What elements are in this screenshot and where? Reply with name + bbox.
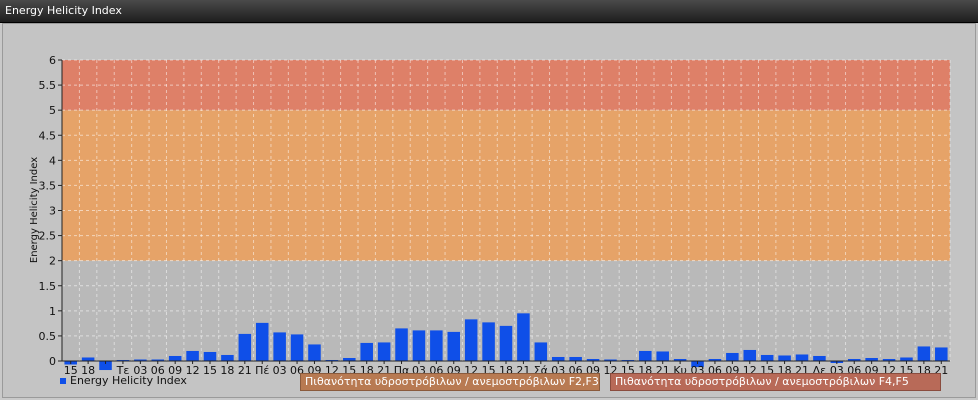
bar-40 (760, 354, 774, 361)
y-tick-label-10: 5 (49, 104, 56, 117)
bar-23 (464, 319, 478, 361)
bar-41 (778, 355, 791, 361)
bar-24 (482, 322, 495, 361)
bar-29 (569, 356, 582, 361)
y-tick-label-1: 0.5 (39, 330, 57, 343)
bar-34 (656, 351, 669, 361)
bar-8 (203, 351, 217, 361)
x-tick-label-7: 12 (186, 364, 200, 377)
bar-9 (221, 354, 234, 361)
x-tick-label-12: 03 (273, 364, 287, 377)
bar-22 (447, 331, 461, 361)
bar-12 (273, 332, 286, 361)
bar-10 (238, 333, 252, 361)
bar-21 (430, 330, 443, 361)
bar-39 (743, 349, 757, 361)
y-tick-label-11: 5.5 (39, 79, 57, 92)
y-tick-label-3: 1.5 (39, 280, 57, 293)
x-tick-label-10: 21 (238, 364, 252, 377)
bar-13 (290, 334, 304, 361)
y-axis-label: Energy Helicity Index (29, 157, 40, 263)
bar-28 (551, 356, 565, 361)
y-tick-label-2: 1 (49, 305, 56, 318)
y-tick-label-5: 2.5 (39, 230, 57, 243)
x-tick-label-8: 15 (203, 364, 217, 377)
bar-27 (534, 342, 548, 361)
legend-series-label: Energy Helicity Index (70, 374, 187, 387)
bar-26 (517, 313, 530, 361)
legend-band-f2f3-label: Πιθανότητα υδροστρόβιλων / ανεμοστρόβιλω… (305, 375, 599, 388)
y-axis-ticks: 0 0.5 1 1.5 2 2.5 3 3.5 4 4.5 5 5.5 6 (39, 54, 62, 368)
y-tick-label-12: 6 (49, 54, 56, 67)
y-tick-label-8: 4 (49, 154, 56, 167)
bar-20 (412, 330, 426, 361)
bar-43 (813, 355, 826, 361)
y-tick-label-9: 4.5 (39, 129, 57, 142)
y-tick-label-4: 2 (49, 255, 56, 268)
legend-band-f4f5-label: Πιθανότητα υδροστρόβιλων / ανεμοστρόβιλω… (615, 375, 909, 388)
bar-48 (900, 357, 913, 361)
ehi-chart: 00.511.522.533.544.555.56 15 18 Τε 03 06 09 12… (29, 54, 951, 377)
x-tick-label-9: 18 (220, 364, 234, 377)
y-tick-label-6: 3 (49, 205, 56, 218)
bar-11 (255, 322, 269, 361)
bar-1 (81, 357, 95, 361)
legend-band-f4f5[interactable]: Πιθανότητα υδροστρόβιλων / ανεμοστρόβιλω… (610, 373, 941, 391)
bar-38 (726, 352, 739, 361)
chart-window: Energy Helicity Index 0 0.5 1 1.5 2 2.5 3 3.5 4 4… (0, 0, 978, 400)
legend-series[interactable]: Energy Helicity Index (60, 374, 187, 387)
bar-14 (308, 344, 321, 361)
bar-6 (168, 355, 182, 361)
bar-25 (499, 325, 513, 361)
bar-19 (395, 328, 408, 361)
bar-42 (795, 354, 809, 361)
y-tick-label-7: 3.5 (39, 179, 57, 192)
bar-18 (377, 342, 391, 361)
legend-band-f2f3[interactable]: Πιθανότητα υδροστρόβιλων / ανεμοστρόβιλω… (300, 373, 600, 391)
bar-33 (639, 350, 652, 361)
bar-49 (917, 346, 931, 361)
x-tick-label-11: Πέ (255, 364, 269, 377)
bar-7 (186, 350, 199, 361)
bar-50 (935, 347, 948, 361)
y-tick-label-0: 0 (49, 355, 56, 368)
legend-swatch (60, 378, 66, 384)
bar-17 (360, 342, 373, 361)
